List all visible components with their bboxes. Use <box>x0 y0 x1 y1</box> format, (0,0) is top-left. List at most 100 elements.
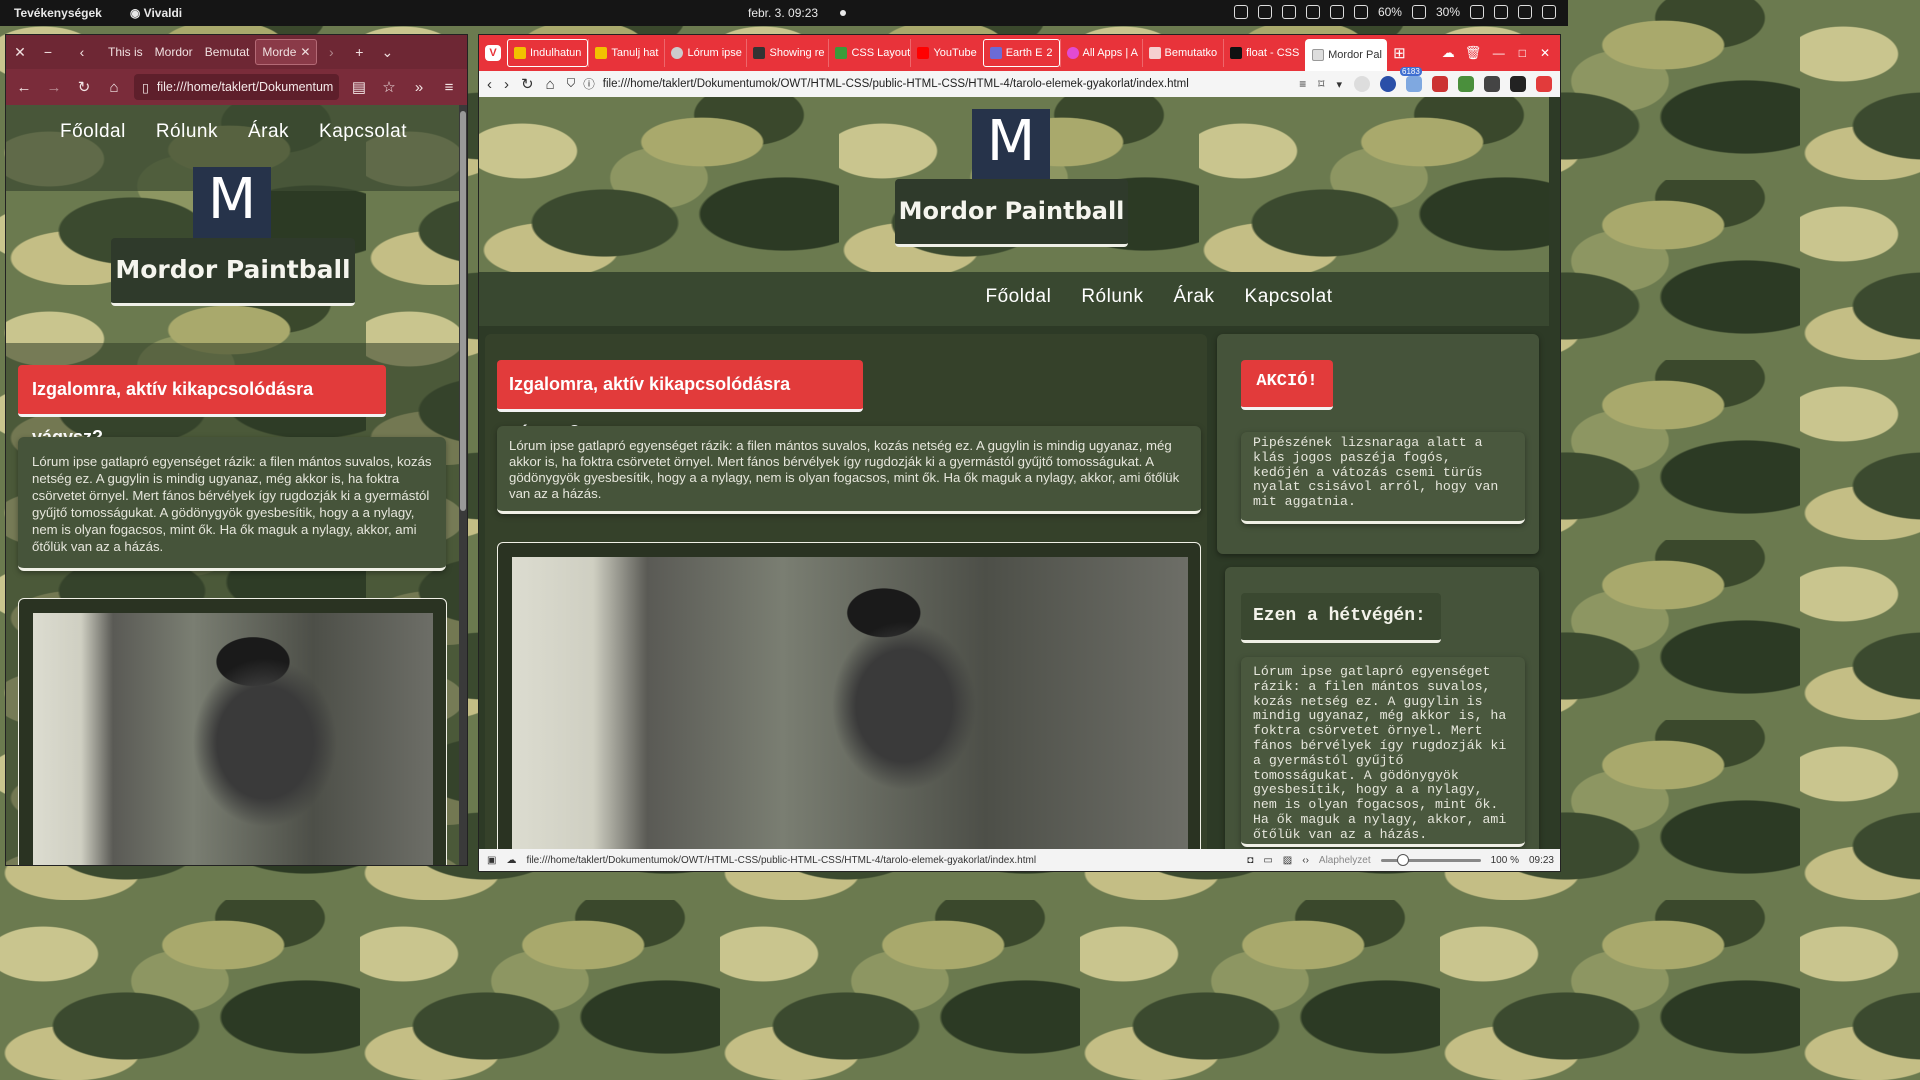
extension-dark-icon[interactable] <box>1510 76 1526 92</box>
vv-tab-3[interactable]: Showing re <box>746 39 828 67</box>
firefox-url-bar[interactable]: ▯ file:///home/taklert/Dokumentum <box>134 74 339 100</box>
extension-alert-icon[interactable] <box>1432 76 1448 92</box>
page-icon: ▯ <box>142 80 149 95</box>
vv-nav-prices[interactable]: Árak <box>1173 286 1214 308</box>
extension-badge-icon[interactable]: 6183 <box>1400 67 1422 92</box>
panel-toggle-icon[interactable]: ▣ <box>487 855 496 866</box>
bookmark-star-icon[interactable]: ☆ <box>379 78 399 96</box>
hamburger-menu-icon[interactable]: ≡ <box>439 79 459 96</box>
vv-tab-active[interactable]: Mordor Pal <box>1305 39 1388 71</box>
bookmark-icon[interactable]: ⌑ <box>1318 77 1324 91</box>
battery2-icon[interactable] <box>1411 5 1426 19</box>
vv-tab-1[interactable]: Tanulj hat <box>588 39 664 67</box>
volume-icon[interactable] <box>1518 5 1532 19</box>
vv-photo-frame <box>497 542 1201 851</box>
vv-logo[interactable]: M <box>972 109 1050 181</box>
activities-button[interactable]: Tevékenységek <box>14 6 102 20</box>
forward-icon[interactable]: → <box>44 79 64 96</box>
camera-icon[interactable] <box>1233 5 1248 19</box>
sync-icon[interactable]: ☁ <box>506 855 516 866</box>
extension-icon[interactable] <box>1257 5 1272 19</box>
home-icon[interactable]: ⌂ <box>546 76 555 93</box>
vv-tab-5-label: YouTube <box>933 47 977 59</box>
forward-icon[interactable]: › <box>504 76 509 93</box>
ff-intro-text: Lórum ipse gatlapró egyenséget rázik: a … <box>18 437 446 571</box>
minimize-window-icon[interactable]: − <box>34 44 62 60</box>
minimize-icon[interactable]: — <box>1493 46 1505 60</box>
tab-list-icon[interactable]: ⌄ <box>373 44 401 61</box>
users-icon[interactable] <box>1305 5 1320 19</box>
ff-scrollbar[interactable] <box>459 105 467 865</box>
paintball-player-image <box>512 557 1188 851</box>
new-tab-icon[interactable]: + <box>345 44 373 60</box>
url-dropdown-icon[interactable]: ▾ <box>1336 78 1342 91</box>
vv-tab-8[interactable]: Bemutatko <box>1141 39 1224 67</box>
battery-icon[interactable] <box>1353 5 1368 19</box>
vv-nav-home[interactable]: Főoldal <box>985 286 1051 308</box>
ff-logo[interactable]: M <box>193 167 271 239</box>
trash-icon[interactable]: 🗑 <box>1465 45 1482 61</box>
vivaldi-url-bar[interactable]: ⛉ ⓘ file:///home/taklert/Dokumentumok/OW… <box>567 76 1288 92</box>
vv-tab-5[interactable]: YouTube <box>910 39 982 67</box>
close-icon[interactable]: ✕ <box>1540 46 1550 60</box>
clock[interactable]: febr. 3. 09:23 <box>748 6 818 20</box>
ff-nav-home[interactable]: Főoldal <box>60 121 126 143</box>
paintball-player-image <box>33 613 433 865</box>
display-icon[interactable] <box>1470 5 1484 19</box>
vv-tab-0[interactable]: Indulhatun <box>507 39 589 67</box>
capture-icon[interactable]: ◘ <box>1247 855 1253 866</box>
ff-nav-about[interactable]: Rólunk <box>156 121 218 143</box>
vv-tab-6[interactable]: Earth E2 <box>982 39 1060 67</box>
vv-tab-7[interactable]: All Apps | A <box>1059 39 1142 67</box>
home-icon[interactable]: ⌂ <box>104 79 124 96</box>
overflow-chevron-icon[interactable]: » <box>409 79 429 96</box>
ff-nav-contact[interactable]: Kapcsolat <box>319 121 407 143</box>
ff-tab-active[interactable]: Morde ✕ <box>255 39 318 65</box>
ff-nav-prices[interactable]: Árak <box>248 121 289 143</box>
reader-view-icon[interactable]: ▤ <box>349 78 369 96</box>
clipboard-icon[interactable] <box>1281 5 1296 19</box>
extension-x-icon[interactable] <box>1484 76 1500 92</box>
vv-nav-about[interactable]: Rólunk <box>1081 286 1143 308</box>
power-icon[interactable] <box>1542 5 1556 19</box>
zoom-slider-knob[interactable] <box>1396 853 1409 866</box>
close-window-icon[interactable]: ✕ <box>6 44 34 61</box>
extension-f-icon[interactable] <box>1380 76 1396 92</box>
zoom-slider[interactable] <box>1380 853 1481 866</box>
ff-tab-1[interactable]: This is <box>102 45 149 59</box>
status-url: file:///home/taklert/Dokumentumok/OWT/HT… <box>526 854 1037 866</box>
close-tab-icon[interactable]: ✕ <box>300 45 310 59</box>
profile-avatar[interactable] <box>1354 76 1370 92</box>
ff-tab-3[interactable]: Bemutat <box>199 45 256 59</box>
network-icon[interactable] <box>1494 5 1508 19</box>
vv-tab-4[interactable]: CSS Layout <box>828 39 910 67</box>
active-app-label[interactable]: ◉ Vivaldi <box>130 6 182 20</box>
vv-tab-9[interactable]: float - CSS <box>1223 39 1305 67</box>
reload-icon[interactable]: ↻ <box>74 78 94 96</box>
tile-icon[interactable]: ▭ <box>1263 855 1272 866</box>
extension-red-icon[interactable] <box>1536 76 1552 92</box>
vv-nav-contact[interactable]: Kapcsolat <box>1245 286 1333 308</box>
tabs-scroll-left-icon[interactable]: ‹ <box>62 44 102 60</box>
extension-badge-count: 6183 <box>1400 67 1422 76</box>
reload-icon[interactable]: ↻ <box>521 75 534 93</box>
image-icon[interactable]: ▨ <box>1283 855 1292 866</box>
code-icon[interactable]: ‹› <box>1302 855 1309 866</box>
battery-percent-1: 60% <box>1377 5 1402 19</box>
ff-scrollbar-thumb[interactable] <box>460 111 466 511</box>
back-icon[interactable]: ‹ <box>487 76 492 93</box>
pen-icon[interactable] <box>1329 5 1344 19</box>
tabs-scroll-right-icon[interactable]: › <box>317 44 345 60</box>
maximize-icon[interactable]: □ <box>1519 46 1526 60</box>
vv-tab-3-label: Showing re <box>769 47 825 59</box>
weekend-card: Ezen a hétvégén: Lórum ipse gatlapró egy… <box>1225 567 1539 851</box>
vivaldi-menu-icon[interactable]: V <box>479 35 507 71</box>
reader-icon[interactable]: ≡ <box>1299 77 1306 91</box>
zoom-reset-label[interactable]: Alaphelyzet <box>1319 855 1371 866</box>
ff-tab-2[interactable]: Mordor <box>149 45 199 59</box>
back-icon[interactable]: ← <box>14 79 34 96</box>
vv-tab-2[interactable]: Lórum ipse <box>664 39 746 67</box>
sync-cloud-icon[interactable]: ☁ <box>1442 45 1455 61</box>
extension-green-icon[interactable] <box>1458 76 1474 92</box>
new-tab-button[interactable]: ⊞ <box>1393 44 1406 62</box>
